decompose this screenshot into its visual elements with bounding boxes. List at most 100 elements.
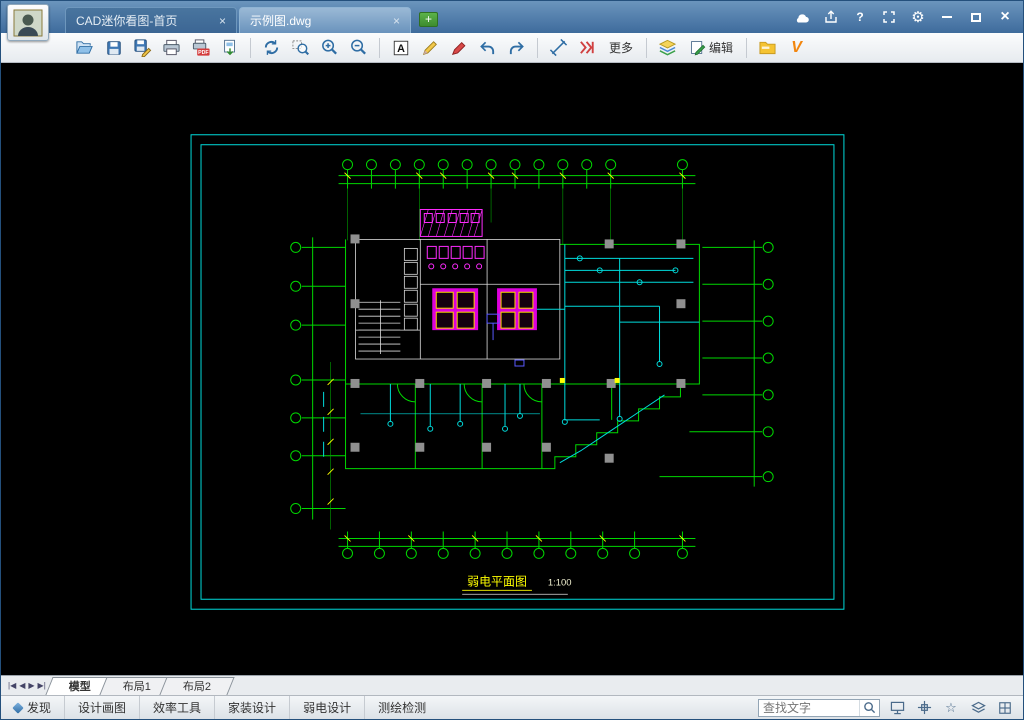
- grid-bottom: [338, 531, 696, 559]
- v-logo-button[interactable]: V: [783, 35, 810, 61]
- toolbar-separator: [379, 37, 380, 58]
- tab-home[interactable]: CAD迷你看图-首页 ×: [65, 7, 237, 33]
- open-button[interactable]: [71, 35, 98, 61]
- grid-icon[interactable]: [995, 699, 1015, 717]
- pan-view-button[interactable]: [258, 35, 285, 61]
- statusbar-item-discover[interactable]: 发现: [1, 696, 64, 719]
- avatar-person-icon: [13, 9, 43, 36]
- brush-tool-button[interactable]: [445, 35, 472, 61]
- grid-top-leaders: [347, 188, 683, 245]
- titlebar: CAD迷你看图-首页 × 示例图.dwg × + ? ⚙ ×: [1, 1, 1023, 41]
- nav-prev-button[interactable]: ◀: [19, 681, 25, 690]
- help-icon[interactable]: ?: [852, 9, 868, 25]
- layout-nav: |◀ ◀ ▶ ▶|: [1, 676, 53, 695]
- display-icon[interactable]: [887, 699, 907, 717]
- undo-button[interactable]: [474, 35, 501, 61]
- columns: [350, 234, 686, 463]
- statusbar-item-survey-check[interactable]: 测绘检测: [364, 696, 439, 719]
- discover-icon: [12, 701, 24, 714]
- grid-right: [659, 240, 774, 487]
- star-icon[interactable]: ☆: [941, 699, 961, 717]
- zoom-window-button[interactable]: [287, 35, 314, 61]
- text-tool-glyph: A: [397, 43, 405, 55]
- elevator-shaft-a: [432, 288, 479, 331]
- statusbar-item-efficiency-tools[interactable]: 效率工具: [139, 696, 214, 719]
- grid-left: [290, 237, 346, 520]
- layout-tab-label: 布局1: [122, 680, 151, 693]
- fullscreen-icon[interactable]: [881, 9, 897, 25]
- tab-drawing-label: 示例图.dwg: [250, 14, 312, 28]
- nav-next-button[interactable]: ▶: [28, 681, 34, 690]
- toolbar-separator: [250, 37, 251, 58]
- app-window: CAD迷你看图-首页 × 示例图.dwg × + ? ⚙ × PDF A 更多 …: [0, 0, 1024, 720]
- v-logo: V: [791, 38, 802, 56]
- minimize-button[interactable]: [939, 9, 955, 25]
- cad-drawing: 弱电平面图 1:100: [190, 134, 845, 610]
- print-button[interactable]: [158, 35, 185, 61]
- cloud-folder-button[interactable]: [754, 35, 781, 61]
- layout-tab-1[interactable]: 布局1: [99, 676, 175, 695]
- search-box: [758, 698, 880, 717]
- drawing-canvas[interactable]: 弱电平面图 1:100: [1, 63, 1023, 675]
- tab-drawing-close-icon[interactable]: ×: [385, 14, 400, 28]
- layout-tab-bar: |◀ ◀ ▶ ▶| 模型 布局1 布局2: [1, 675, 1023, 695]
- tab-drawing[interactable]: 示例图.dwg ×: [239, 7, 411, 33]
- tab-strip: CAD迷你看图-首页 × 示例图.dwg × +: [65, 1, 438, 33]
- tab-home-label: CAD迷你看图-首页: [76, 14, 178, 28]
- toolbar-separator: [746, 37, 748, 58]
- more-button[interactable]: 更多: [603, 35, 639, 61]
- zoom-in-button[interactable]: [316, 35, 343, 61]
- export-image-button[interactable]: [216, 35, 243, 61]
- more-label: 更多: [609, 41, 634, 55]
- partitions: [414, 383, 613, 469]
- tab-home-close-icon[interactable]: ×: [211, 14, 226, 28]
- statusbar-item-home-design[interactable]: 家装设计: [214, 696, 289, 719]
- statusbar-item-label: 弱电设计: [303, 701, 352, 715]
- statusbar-right: ☆: [758, 698, 1023, 717]
- batch-measure-button[interactable]: [574, 35, 601, 61]
- save-as-button[interactable]: [129, 35, 156, 61]
- edit-label: 编辑: [709, 41, 734, 55]
- pencil-tool-button[interactable]: [416, 35, 443, 61]
- statusbar-item-label: 测绘检测: [378, 701, 427, 715]
- layout-tab-label: 模型: [68, 680, 91, 693]
- share-icon[interactable]: [823, 9, 839, 25]
- crosshair-icon[interactable]: [914, 699, 934, 717]
- toolbar: PDF A 更多 编辑 V: [1, 33, 1023, 63]
- redo-button[interactable]: [503, 35, 530, 61]
- search-input[interactable]: [759, 700, 859, 715]
- user-avatar[interactable]: [7, 4, 49, 41]
- export-pdf-button[interactable]: PDF: [187, 35, 214, 61]
- layers-button[interactable]: [654, 35, 681, 61]
- statusbar-item-design-draw[interactable]: 设计画图: [64, 696, 139, 719]
- search-icon[interactable]: [859, 699, 879, 716]
- maximize-button[interactable]: [968, 9, 984, 25]
- toolbar-separator: [537, 37, 538, 58]
- edit-button[interactable]: 编辑: [683, 35, 739, 61]
- statusbar-item-elv-design[interactable]: 弱电设计: [289, 696, 364, 719]
- new-tab-button[interactable]: +: [419, 12, 438, 27]
- close-button[interactable]: ×: [997, 8, 1013, 25]
- window-controls: ? ⚙ ×: [784, 1, 1023, 33]
- grid-top: [338, 159, 696, 189]
- frame-inner: [200, 144, 835, 600]
- statusbar-item-label: 设计画图: [78, 701, 127, 715]
- layout-tab-model[interactable]: 模型: [45, 676, 115, 695]
- text-annotate-button[interactable]: A: [387, 35, 414, 61]
- layout-tab-label: 布局2: [182, 680, 212, 693]
- layers-icon[interactable]: [968, 699, 988, 717]
- save-button[interactable]: [100, 35, 127, 61]
- cloud-icon[interactable]: [794, 9, 810, 25]
- statusbar: 发现 设计画图 效率工具 家装设计 弱电设计 测绘检测 ☆: [1, 695, 1023, 719]
- statusbar-item-label: 发现: [27, 701, 52, 715]
- zoom-out-button[interactable]: [345, 35, 372, 61]
- layout-tab-2[interactable]: 布局2: [159, 676, 235, 695]
- shaft-cells: [403, 247, 418, 331]
- nav-last-button[interactable]: ▶|: [38, 681, 46, 690]
- measure-button[interactable]: [545, 35, 572, 61]
- toolbar-separator: [646, 37, 648, 58]
- wc-fixtures: [426, 245, 485, 270]
- settings-icon[interactable]: ⚙: [910, 9, 926, 26]
- nav-first-button[interactable]: |◀: [8, 681, 16, 690]
- building-outline: [345, 239, 700, 470]
